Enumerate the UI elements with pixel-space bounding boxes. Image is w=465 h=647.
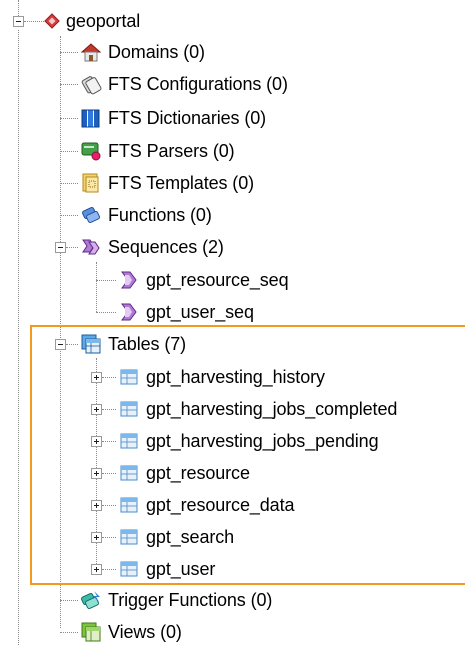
- tree-node-table[interactable]: gpt_user: [118, 554, 215, 584]
- tree-node-label: FTS Templates (0): [108, 173, 255, 193]
- tree-guide-line: [66, 247, 78, 248]
- database-icon: [44, 13, 60, 29]
- tree-node-label: gpt_user: [146, 559, 216, 579]
- tree-node-trigger-functions[interactable]: Trigger Functions (0): [80, 585, 272, 615]
- tree-guide-line: [96, 262, 97, 312]
- tree-node-sequences[interactable]: Sequences (2): [80, 232, 224, 262]
- tree-node-table[interactable]: gpt_harvesting_jobs_pending: [118, 426, 379, 456]
- tree-node-fts-templates[interactable]: FTS Templates (0): [80, 168, 254, 198]
- tree-node-label: Sequences (2): [108, 237, 224, 257]
- tree-node-fts-parsers[interactable]: FTS Parsers (0): [80, 136, 235, 166]
- tree-node-table[interactable]: gpt_search: [118, 522, 234, 552]
- tree-node-label: geoportal: [66, 11, 141, 31]
- tree-node-label: gpt_harvesting_history: [146, 367, 325, 387]
- tree-guide-line: [102, 569, 116, 570]
- functions-icon: [80, 204, 102, 226]
- tree-node-sequence[interactable]: gpt_resource_seq: [118, 265, 289, 295]
- tree-node-label: gpt_user_seq: [146, 302, 254, 322]
- fts-dictionaries-icon: [80, 107, 102, 129]
- table-icon: [118, 558, 140, 580]
- trigger-functions-icon: [80, 589, 102, 611]
- expand-toggle[interactable]: [91, 532, 102, 543]
- tree-guide-line: [60, 118, 78, 119]
- tree-guide-line: [60, 52, 78, 53]
- tree-guide-line: [96, 312, 116, 313]
- tree-node-label: gpt_resource_seq: [146, 270, 289, 290]
- expand-toggle[interactable]: [91, 436, 102, 447]
- tree-guide-line: [24, 21, 44, 22]
- tree-node-label: FTS Parsers (0): [108, 141, 235, 161]
- table-icon: [118, 526, 140, 548]
- tree-guide-line: [102, 537, 116, 538]
- tree-guide-line: [102, 377, 116, 378]
- tree-guide-line: [60, 632, 78, 633]
- tree-node-geoportal[interactable]: geoportal: [44, 6, 140, 36]
- tree-guide-line: [102, 409, 116, 410]
- expand-toggle[interactable]: [91, 564, 102, 575]
- tree-node-label: Trigger Functions (0): [108, 590, 273, 610]
- tree-node-label: Domains (0): [108, 42, 205, 62]
- tree-guide-line: [96, 280, 116, 281]
- tree-node-label: Functions (0): [108, 205, 212, 225]
- tree-node-label: gpt_harvesting_jobs_pending: [146, 431, 379, 451]
- tree-node-label: Views (0): [108, 622, 182, 642]
- tree-guide-line: [60, 183, 78, 184]
- table-icon: [118, 366, 140, 388]
- fts-parsers-icon: [80, 140, 102, 162]
- tree-guide-line: [102, 473, 116, 474]
- tree-node-label: Tables (7): [108, 334, 187, 354]
- sequence-icon: [118, 269, 140, 291]
- expand-toggle[interactable]: [91, 372, 102, 383]
- expand-toggle[interactable]: [91, 404, 102, 415]
- tree-node-tables[interactable]: Tables (7): [80, 329, 186, 359]
- fts-configurations-icon: [80, 73, 102, 95]
- tree-node-domains[interactable]: Domains (0): [80, 37, 205, 67]
- tree-guide-line: [60, 215, 78, 216]
- fts-templates-icon: [80, 172, 102, 194]
- tree-node-label: FTS Configurations (0): [108, 74, 288, 94]
- tree-node-fts-configurations[interactable]: FTS Configurations (0): [80, 69, 288, 99]
- collapse-toggle[interactable]: [55, 339, 66, 350]
- object-browser-tree: geoportal Domains (0) FTS Configurations…: [0, 0, 465, 645]
- sequence-icon: [118, 301, 140, 323]
- tree-guide-line: [60, 151, 78, 152]
- tree-node-fts-dictionaries[interactable]: FTS Dictionaries (0): [80, 103, 266, 133]
- tree-node-table[interactable]: gpt_harvesting_history: [118, 362, 325, 392]
- collapse-toggle[interactable]: [13, 16, 24, 27]
- tables-icon: [80, 333, 102, 355]
- tree-guide-line: [60, 36, 61, 628]
- tree-node-table[interactable]: gpt_resource: [118, 458, 250, 488]
- tree-guide-line: [102, 505, 116, 506]
- tree-node-table[interactable]: gpt_resource_data: [118, 490, 295, 520]
- expand-toggle[interactable]: [91, 500, 102, 511]
- collapse-toggle[interactable]: [55, 242, 66, 253]
- tree-node-views[interactable]: Views (0): [80, 617, 182, 647]
- table-icon: [118, 430, 140, 452]
- tree-guide-line: [60, 84, 78, 85]
- sequences-icon: [80, 236, 102, 258]
- table-icon: [118, 494, 140, 516]
- table-icon: [118, 398, 140, 420]
- tree-guide-line: [102, 441, 116, 442]
- tree-node-label: gpt_resource: [146, 463, 250, 483]
- tree-node-functions[interactable]: Functions (0): [80, 200, 212, 230]
- tree-guide-line: [66, 344, 78, 345]
- tree-guide-line: [60, 600, 78, 601]
- views-icon: [80, 621, 102, 643]
- tree-node-label: gpt_resource_data: [146, 495, 295, 515]
- tree-guide-line: [18, 30, 19, 645]
- expand-toggle[interactable]: [91, 468, 102, 479]
- tree-node-label: gpt_harvesting_jobs_completed: [146, 399, 398, 419]
- tree-node-sequence[interactable]: gpt_user_seq: [118, 297, 254, 327]
- domains-icon: [80, 41, 102, 63]
- table-icon: [118, 462, 140, 484]
- tree-node-table[interactable]: gpt_harvesting_jobs_completed: [118, 394, 397, 424]
- tree-node-label: gpt_search: [146, 527, 235, 547]
- tree-node-label: FTS Dictionaries (0): [108, 108, 267, 128]
